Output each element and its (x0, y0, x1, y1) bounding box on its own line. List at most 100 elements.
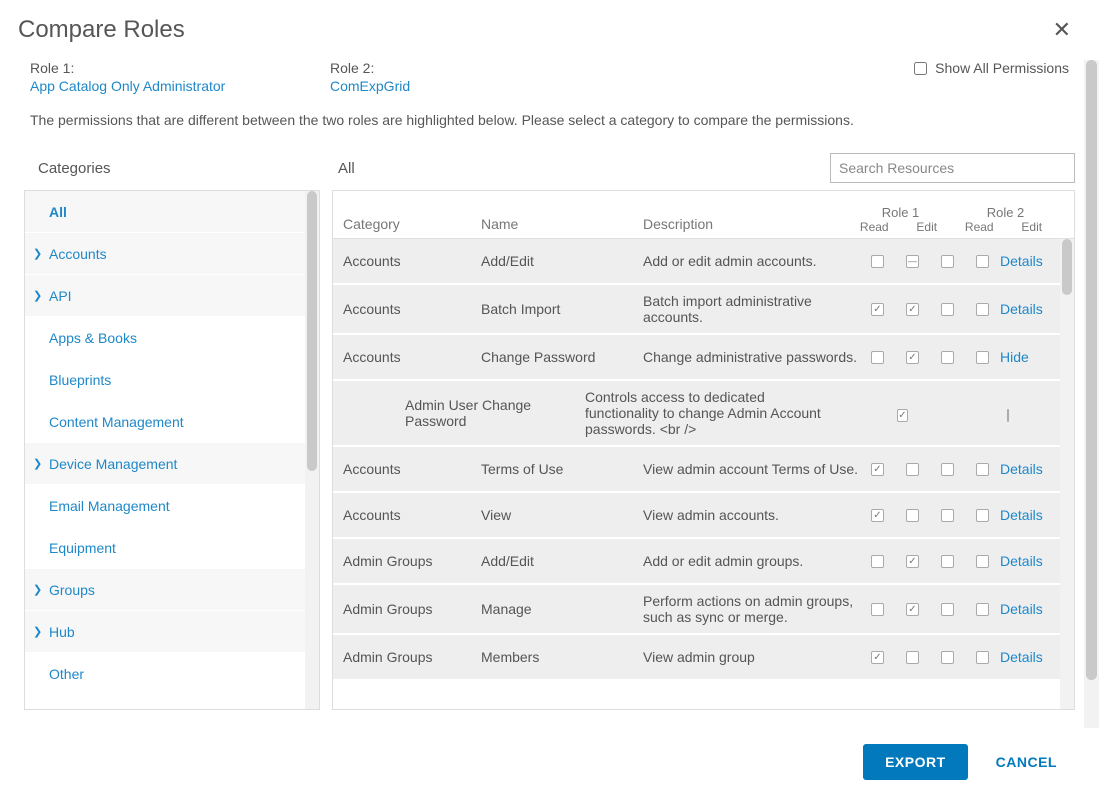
details-link[interactable]: Details (1000, 301, 1043, 317)
chevron-right-icon: ❯ (33, 289, 45, 302)
row-name: Change Password (481, 349, 643, 365)
categories-scrollbar[interactable] (305, 191, 319, 709)
row-name: Manage (481, 601, 643, 617)
details-link[interactable]: Details (1000, 461, 1043, 477)
permission-checkbox[interactable] (976, 463, 989, 476)
permission-checkbox[interactable] (941, 303, 954, 316)
permission-checkbox[interactable] (976, 509, 989, 522)
row-description: Add or edit admin accounts. (643, 253, 860, 269)
permissions-table: Category Name Description Role 1 Role 2 … (332, 190, 1075, 710)
category-label: Content Management (49, 414, 184, 430)
permissions-rows[interactable]: Accounts Add/Edit Add or edit admin accoun… (333, 239, 1060, 709)
permission-checkbox[interactable] (941, 651, 954, 664)
row-checks (860, 651, 1000, 664)
permission-checkbox[interactable] (941, 603, 954, 616)
category-item[interactable]: All (25, 191, 305, 233)
category-item[interactable]: Content Management (25, 401, 305, 443)
permission-checkbox[interactable] (871, 255, 884, 268)
category-label: Hub (49, 624, 75, 640)
category-label: Accounts (49, 246, 107, 262)
table-row: AccountsBatch ImportBatch import adminis… (333, 285, 1060, 335)
compare-roles-modal: Compare Roles ✕ Role 1: App Catalog Only… (0, 0, 1099, 796)
permission-checkbox[interactable] (906, 509, 919, 522)
show-all-permissions-checkbox[interactable] (914, 62, 927, 75)
category-item[interactable]: ❯Accounts (25, 233, 305, 275)
permission-checkbox[interactable] (906, 303, 919, 316)
permission-checkbox[interactable] (871, 651, 884, 664)
category-item[interactable]: Other (25, 653, 305, 695)
modal-scroll-thumb[interactable] (1086, 60, 1097, 680)
permission-checkbox[interactable] (871, 463, 884, 476)
role2-label: Role 2: (330, 60, 630, 76)
permission-checkbox[interactable] (941, 255, 954, 268)
category-item[interactable]: ❯Groups (25, 569, 305, 611)
read-edit-headers: Read Edit Read Edit (848, 220, 1058, 238)
permission-checkbox[interactable] (976, 651, 989, 664)
permissions-scrollbar[interactable] (1060, 239, 1074, 709)
category-item[interactable]: Email Management (25, 485, 305, 527)
role2-block: Role 2: ComExpGrid (330, 60, 630, 94)
permission-checkbox[interactable] (906, 351, 919, 364)
categories-list[interactable]: All❯Accounts ❯ API Apps & BooksBlueprints Co… (25, 191, 305, 709)
permission-checkbox[interactable] (976, 603, 989, 616)
permission-checkbox[interactable] (941, 463, 954, 476)
show-all-permissions-block: Show All Permissions (914, 60, 1069, 76)
permission-checkbox[interactable] (1007, 409, 1009, 422)
row-checks (860, 255, 1000, 268)
category-item[interactable]: Apps & Books (25, 317, 305, 359)
sub-checks (850, 405, 1060, 421)
permission-checkbox[interactable] (871, 303, 884, 316)
roles-header-row: Role 1: App Catalog Only Administrator R… (20, 60, 1079, 94)
row-name: Batch Import (481, 301, 643, 317)
role1-name[interactable]: App Catalog Only Administrator (30, 78, 330, 94)
details-link[interactable]: Details (1000, 553, 1043, 569)
details-link[interactable]: Details (1000, 649, 1043, 665)
permission-checkbox[interactable] (897, 409, 907, 422)
permission-checkbox[interactable] (871, 555, 884, 568)
permission-checkbox[interactable] (906, 463, 919, 476)
permission-checkbox[interactable] (941, 509, 954, 522)
close-icon[interactable]: ✕ (1053, 19, 1071, 41)
permission-checkbox[interactable] (871, 351, 884, 364)
cancel-button[interactable]: CANCEL (996, 754, 1057, 770)
row-description: View admin accounts. (643, 507, 860, 523)
details-link[interactable]: Details (1000, 507, 1043, 523)
export-button[interactable]: EXPORT (863, 744, 968, 780)
col-header-r1-edit: Edit (912, 220, 942, 234)
category-item[interactable]: Blueprints (25, 359, 305, 401)
permissions-scroll-thumb[interactable] (1062, 239, 1072, 295)
hide-link[interactable]: Hide (1000, 349, 1029, 365)
permission-checkbox[interactable] (906, 603, 919, 616)
permission-checkbox[interactable] (976, 303, 989, 316)
category-item[interactable]: Equipment (25, 527, 305, 569)
category-label: API (49, 288, 72, 304)
permission-checkbox[interactable] (906, 255, 919, 268)
row-checks (860, 555, 1000, 568)
permission-checkbox[interactable] (976, 351, 989, 364)
details-link[interactable]: Details (1000, 601, 1043, 617)
row-description: View admin group (643, 649, 860, 665)
permission-checkbox[interactable] (976, 255, 989, 268)
category-item[interactable]: ❯Hub (25, 611, 305, 653)
modal-scrollbar[interactable] (1084, 60, 1099, 728)
permission-checkbox[interactable] (941, 351, 954, 364)
role-group-headers: Role 1 Role 2 (848, 205, 1058, 220)
row-name: Add/Edit (481, 553, 643, 569)
permission-checkbox[interactable] (976, 555, 989, 568)
category-item[interactable]: ❯ API (25, 275, 305, 317)
permission-checkbox[interactable] (871, 603, 884, 616)
search-input[interactable] (830, 153, 1075, 183)
permission-checkbox[interactable] (871, 509, 884, 522)
col-header-description: Description (643, 216, 848, 238)
row-category: Accounts (333, 461, 481, 477)
role2-name[interactable]: ComExpGrid (330, 78, 630, 94)
categories-scroll-thumb[interactable] (307, 191, 317, 471)
category-item[interactable]: ❯Device Management (25, 443, 305, 485)
col-header-r1-read: Read (859, 220, 889, 234)
permission-checkbox[interactable] (941, 555, 954, 568)
modal-footer: EXPORT CANCEL (0, 728, 1099, 796)
permission-checkbox[interactable] (906, 651, 919, 664)
details-link[interactable]: Details (1000, 253, 1043, 269)
row-category: Accounts (333, 507, 481, 523)
permission-checkbox[interactable] (906, 555, 919, 568)
